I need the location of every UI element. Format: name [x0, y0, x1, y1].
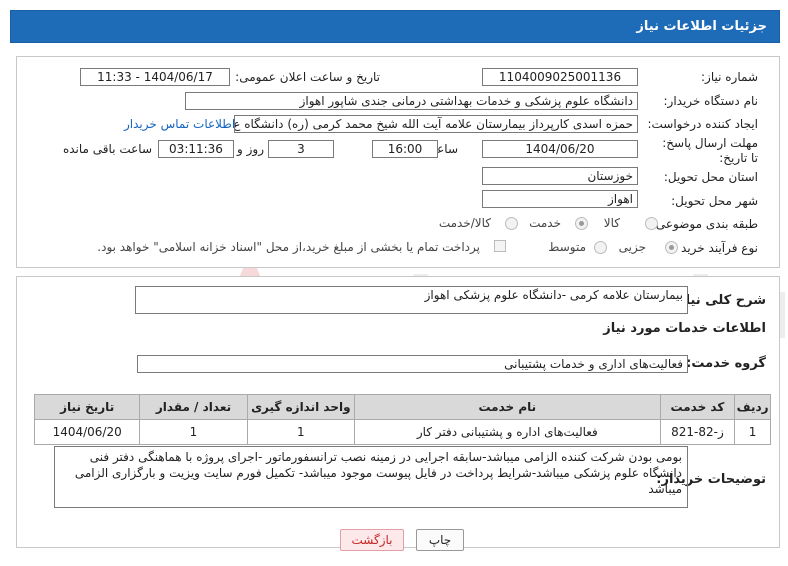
cell-row-number: 1 [734, 419, 771, 445]
buyer-notes-box[interactable]: بومی بودن شرکت کننده الزامی میباشد-سابقه… [54, 446, 688, 508]
treasury-payment-checkbox[interactable] [494, 240, 506, 252]
table-header-row: ردیف کد خدمت نام خدمت واحد اندازه گیری ت… [33, 394, 771, 420]
remaining-time-field[interactable]: 03:11:36 [158, 140, 234, 158]
deadline-label: مهلت ارسال پاسخ: تا تاریخ: [662, 136, 758, 165]
process-label: نوع فرآیند خرید : [673, 241, 758, 255]
province-label: استان محل تحویل: [663, 170, 758, 184]
category-radio-goods-service[interactable] [505, 217, 518, 230]
service-group-label: گروه خدمت: [686, 356, 766, 371]
cell-service-code: ز-82-821 [659, 419, 736, 445]
cell-quantity: 1 [139, 419, 248, 445]
category-radio-service[interactable] [575, 217, 588, 230]
city-field[interactable]: اهواز [482, 190, 638, 208]
treasury-payment-note: پرداخت تمام یا بخشی از مبلغ خرید،از محل … [97, 240, 480, 254]
buyer-org-label: نام دستگاه خریدار: [663, 94, 759, 108]
need-number-field[interactable]: 1104009025001136 [482, 68, 638, 86]
process-option-minor: جزیی [618, 240, 646, 254]
process-radio-medium[interactable] [594, 241, 607, 254]
col-header-row-number: ردیف [734, 394, 771, 420]
category-label: طبقه بندی موضوعی: [651, 217, 758, 231]
city-label: شهر محل تحویل: [671, 194, 758, 208]
province-field[interactable]: خوزستان [482, 167, 638, 185]
announce-field[interactable]: 1404/06/17 - 11:33 [80, 68, 230, 86]
service-group-field[interactable]: فعالیت‌های اداری و خدمات پشتیبانی [137, 355, 688, 373]
col-header-need-date: تاریخ نیاز [33, 394, 141, 420]
cell-need-date: 1404/06/20 [33, 419, 141, 445]
announce-label: تاریخ و ساعت اعلان عمومی: [235, 70, 380, 84]
days-field[interactable]: 3 [268, 140, 334, 158]
buyer-org-field[interactable]: دانشگاه علوم پزشکی و خدمات بهداشتی درمان… [185, 92, 638, 110]
col-header-unit: واحد اندازه گیری [246, 394, 355, 420]
services-table: ردیف کد خدمت نام خدمت واحد اندازه گیری ت… [33, 394, 771, 445]
need-number-label: شماره نیاز: [701, 70, 758, 84]
category-option-goods: کالا [603, 216, 620, 230]
table-row[interactable]: 1 ز-82-821 فعالیت‌های اداره و پشتیبانی د… [33, 419, 771, 445]
col-header-quantity: تعداد / مقدار [139, 394, 248, 420]
deadline-date-field[interactable]: 1404/06/20 [482, 140, 638, 158]
page-title: جزئیات اطلاعات نیاز [636, 19, 767, 34]
requester-field[interactable]: حمزه اسدی کارپرداز بیمارستان علامه آیت ا… [234, 115, 638, 133]
col-header-service-code: کد خدمت [659, 394, 736, 420]
remaining-label: ساعت باقی مانده [62, 142, 152, 156]
page-header: جزئیات اطلاعات نیاز [10, 10, 780, 43]
col-header-service-name: نام خدمت [353, 394, 661, 420]
contact-info-link[interactable]: اطلاعات تماس خریدار [124, 117, 235, 131]
days-label: روز و [237, 142, 264, 156]
cell-unit: 1 [246, 419, 355, 445]
buyer-notes-text: بومی بودن شرکت کننده الزامی میباشد-سابقه… [74, 450, 682, 496]
deadline-time-field[interactable]: 16:00 [372, 140, 438, 158]
print-button[interactable]: چاپ [416, 529, 464, 551]
back-button[interactable]: بازگشت [340, 529, 404, 551]
need-desc-field[interactable]: بیمارستان علامه کرمی -دانشگاه علوم پزشکی… [135, 286, 688, 314]
category-option-service: خدمت [529, 216, 561, 230]
services-section-title: اطلاعات خدمات مورد نیاز [603, 321, 766, 336]
cell-service-name: فعالیت‌های اداره و پشتیبانی دفتر کار [353, 419, 661, 445]
category-radio-goods[interactable] [645, 217, 658, 230]
process-option-medium: متوسط [548, 240, 586, 254]
process-radio-minor[interactable] [665, 241, 678, 254]
requester-label: ایجاد کننده درخواست: [647, 117, 758, 131]
category-option-goods-service: کالا/خدمت [438, 216, 491, 230]
